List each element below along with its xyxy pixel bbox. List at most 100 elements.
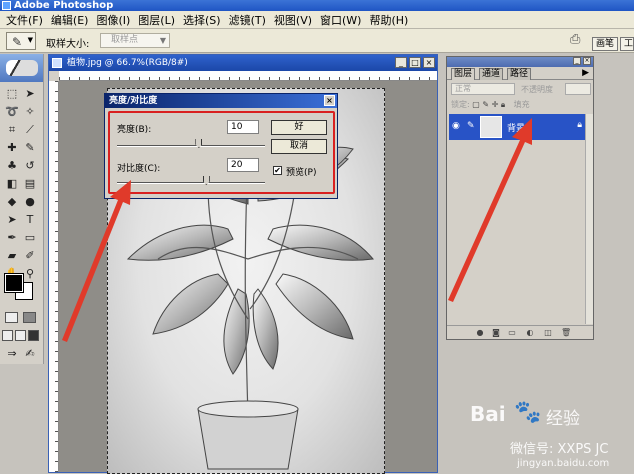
vertical-ruler — [49, 81, 59, 472]
tool-preset-picker[interactable]: ✎ ▼ — [6, 32, 36, 50]
document-icon — [52, 58, 62, 68]
watermark-url: jingyan.baidu.com — [517, 458, 610, 469]
palette-title-bar[interactable]: _ × — [447, 57, 593, 67]
path-select-icon[interactable]: ➤ — [4, 212, 20, 228]
chevron-down-icon: ▼ — [159, 36, 166, 45]
imageready-icon[interactable]: ✍ — [22, 346, 38, 362]
palette-footer: ● ◙ ▭ ◐ ◫ 🗑︎ — [447, 325, 593, 339]
marquee-tool-icon[interactable]: ⬚ — [4, 86, 20, 102]
watermark-brand: Bai — [470, 402, 506, 426]
pen-tool-icon[interactable]: ✒ — [4, 230, 20, 246]
sample-size-value: 取样点 — [111, 35, 139, 45]
screen-mode-standard-button[interactable] — [2, 330, 13, 341]
gradient-tool-icon[interactable]: ▤ — [22, 176, 38, 192]
document-title: 植物.jpg @ 66.7%(RGB/8#) — [67, 58, 188, 68]
horizontal-ruler — [59, 71, 437, 81]
new-layer-icon[interactable]: ◫ — [543, 328, 553, 338]
menu-layer[interactable]: 图层(L) — [134, 12, 179, 28]
menu-help[interactable]: 帮助(H) — [365, 12, 412, 28]
palette-tabs: 图层 通道 路径 ▶ — [447, 67, 593, 80]
eyedropper-tool-icon[interactable]: ✐ — [22, 248, 38, 264]
opacity-label: 不透明度 — [521, 85, 553, 94]
sample-size-label: 取样大小: — [46, 39, 90, 50]
dodge-tool-icon[interactable]: ● — [22, 194, 38, 210]
lock-image-icon[interactable]: ✎ — [482, 100, 489, 109]
menu-select[interactable]: 选择(S) — [179, 12, 225, 28]
healing-brush-icon[interactable]: ✚ — [4, 140, 20, 156]
fill-label: 填充 — [513, 100, 530, 109]
dialog-title: 亮度/对比度 — [109, 96, 158, 106]
blend-mode-value: 正常 — [455, 84, 471, 93]
tab-brushes[interactable]: 画笔 — [592, 37, 619, 51]
menu-image[interactable]: 图像(I) — [92, 12, 134, 28]
menu-view[interactable]: 视图(V) — [270, 12, 316, 28]
tab-layers[interactable]: 图层 — [451, 68, 476, 80]
eyedropper-icon: ✎ — [12, 35, 23, 49]
document-title-bar[interactable]: 植物.jpg @ 66.7%(RGB/8#) _ □ × — [49, 55, 437, 71]
delete-layer-icon[interactable]: 🗑︎ — [561, 328, 571, 338]
tab-channels[interactable]: 通道 — [479, 68, 504, 80]
magic-wand-tool-icon[interactable]: ✧ — [22, 104, 38, 120]
app-title-bar: Adobe Photoshop — [0, 0, 634, 11]
palette-menu-icon[interactable]: ▶ — [582, 68, 589, 78]
type-tool-icon[interactable]: T — [22, 212, 38, 228]
tab-tool-presets[interactable]: 工 — [620, 37, 634, 51]
minimize-button[interactable]: _ — [395, 57, 407, 68]
lock-icon: 🔒︎ — [577, 120, 582, 130]
close-button[interactable]: × — [423, 57, 435, 68]
brush-tool-icon[interactable]: ✎ — [22, 140, 38, 156]
eye-icon[interactable]: ◉ — [452, 121, 462, 131]
options-bar: ✎ ▼ 取样大小: 取样点 ▼ ⎙ 画笔 工 — [0, 29, 634, 53]
notes-tool-icon[interactable]: ▰ — [4, 248, 20, 264]
blur-tool-icon[interactable]: ◆ — [4, 194, 20, 210]
jump-to-imageready-icon[interactable]: ⇒ — [4, 346, 20, 362]
move-tool-icon[interactable]: ➤ — [22, 86, 38, 102]
adjustment-layer-icon[interactable]: ◐ — [525, 328, 535, 338]
screen-mode-full-menu-button[interactable] — [15, 330, 26, 341]
history-brush-icon[interactable]: ↺ — [22, 158, 38, 174]
opacity-input[interactable] — [565, 83, 591, 95]
file-browser-icon[interactable]: ⎙ — [570, 32, 586, 48]
tab-paths[interactable]: 路径 — [507, 68, 532, 80]
clone-stamp-icon[interactable]: ♣ — [4, 158, 20, 174]
crop-tool-icon[interactable]: ⌗ — [4, 122, 20, 138]
blend-mode-select[interactable]: 正常 — [451, 83, 515, 95]
menu-window[interactable]: 窗口(W) — [316, 12, 365, 28]
layers-scrollbar[interactable] — [585, 114, 593, 324]
layer-name[interactable]: 背景 — [507, 121, 525, 134]
menu-bar: 文件(F) 编辑(E) 图像(I) 图层(L) 选择(S) 滤镜(T) 视图(V… — [0, 11, 634, 29]
layer-style-icon[interactable]: ● — [475, 328, 485, 338]
zoom-tool-icon[interactable]: ⚲ — [22, 266, 38, 282]
dialog-title-bar[interactable]: 亮度/对比度 × — [105, 94, 337, 108]
maximize-button[interactable]: □ — [409, 57, 421, 68]
menu-file[interactable]: 文件(F) — [2, 12, 47, 28]
foreground-color-swatch[interactable] — [4, 273, 24, 293]
toolbox: ⬚ ➤ ➰ ✧ ⌗ ⟋ ✚ ✎ ♣ ↺ ◧ ▤ ◆ ● ➤ T ✒ ▭ ▰ ✐ … — [0, 54, 44, 364]
slice-tool-icon[interactable]: ⟋ — [22, 122, 38, 138]
new-set-icon[interactable]: ▭ — [507, 328, 517, 338]
screen-mode-full-button[interactable] — [28, 330, 39, 341]
watermark-brand-cn: 经验 — [546, 409, 580, 429]
lasso-tool-icon[interactable]: ➰ — [4, 104, 20, 120]
layer-row-background[interactable]: ◉ ✎ 背景 🔒︎ — [449, 114, 585, 140]
app-title: Adobe Photoshop — [14, 0, 114, 11]
standard-mode-button[interactable] — [5, 312, 18, 323]
toolbox-header — [0, 54, 43, 82]
lock-all-icon[interactable]: 🔒︎ — [501, 100, 505, 109]
brush-icon: ✎ — [467, 121, 475, 131]
layer-mask-icon[interactable]: ◙ — [491, 328, 501, 338]
eraser-tool-icon[interactable]: ◧ — [4, 176, 20, 192]
lock-transparent-icon[interactable]: ▢ — [472, 100, 480, 109]
palette-close-button[interactable]: × — [583, 57, 591, 65]
baidu-paw-logo: 🐾 — [514, 400, 542, 425]
menu-filter[interactable]: 滤镜(T) — [225, 12, 270, 28]
menu-edit[interactable]: 编辑(E) — [47, 12, 93, 28]
dialog-close-button[interactable]: × — [324, 95, 335, 106]
sample-size-select[interactable]: 取样点 ▼ — [100, 33, 170, 48]
lock-row: 锁定: ▢ ✎ ✛ 🔒︎ 填充 — [451, 99, 530, 110]
lock-position-icon[interactable]: ✛ — [492, 100, 499, 109]
photoshop-feather-logo — [6, 60, 38, 76]
quick-mask-button[interactable] — [23, 312, 36, 323]
shape-tool-icon[interactable]: ▭ — [22, 230, 38, 246]
palette-minimize-button[interactable]: _ — [573, 57, 581, 65]
